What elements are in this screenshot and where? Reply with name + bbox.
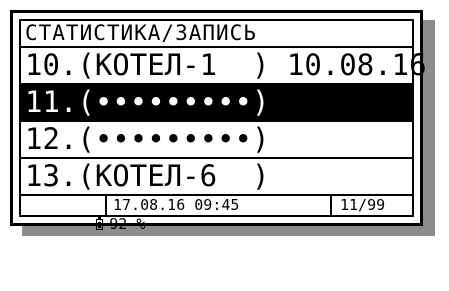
record-row[interactable]: 12.(•••••••••): [21, 122, 412, 159]
datetime-display: 17.08.16 09:45: [107, 196, 332, 215]
record-row[interactable]: 10.(КОТЕЛ-1 ) 10.08.16: [21, 48, 427, 85]
lcd-screen: СТАТИСТИКА/ЗАПИСЬ 10.(КОТЕЛ-1 ) 10.08.16…: [10, 10, 427, 233]
record-row-selected[interactable]: 11.(•••••••••): [21, 85, 412, 122]
battery-status: 92 %: [21, 196, 145, 233]
screen-title: СТАТИСТИКА/ЗАПИСЬ: [21, 21, 412, 48]
record-counter: 11/99: [340, 196, 386, 214]
record-row[interactable]: 13.(КОТЕЛ-6 ): [21, 159, 412, 196]
battery-level: 92 %: [109, 215, 146, 233]
status-bar: 92 % 17.08.16 09:45 11/99: [21, 194, 412, 233]
battery-icon: [96, 217, 104, 230]
lcd-frame: СТАТИСТИКА/ЗАПИСЬ 10.(КОТЕЛ-1 ) 10.08.16…: [19, 19, 427, 233]
